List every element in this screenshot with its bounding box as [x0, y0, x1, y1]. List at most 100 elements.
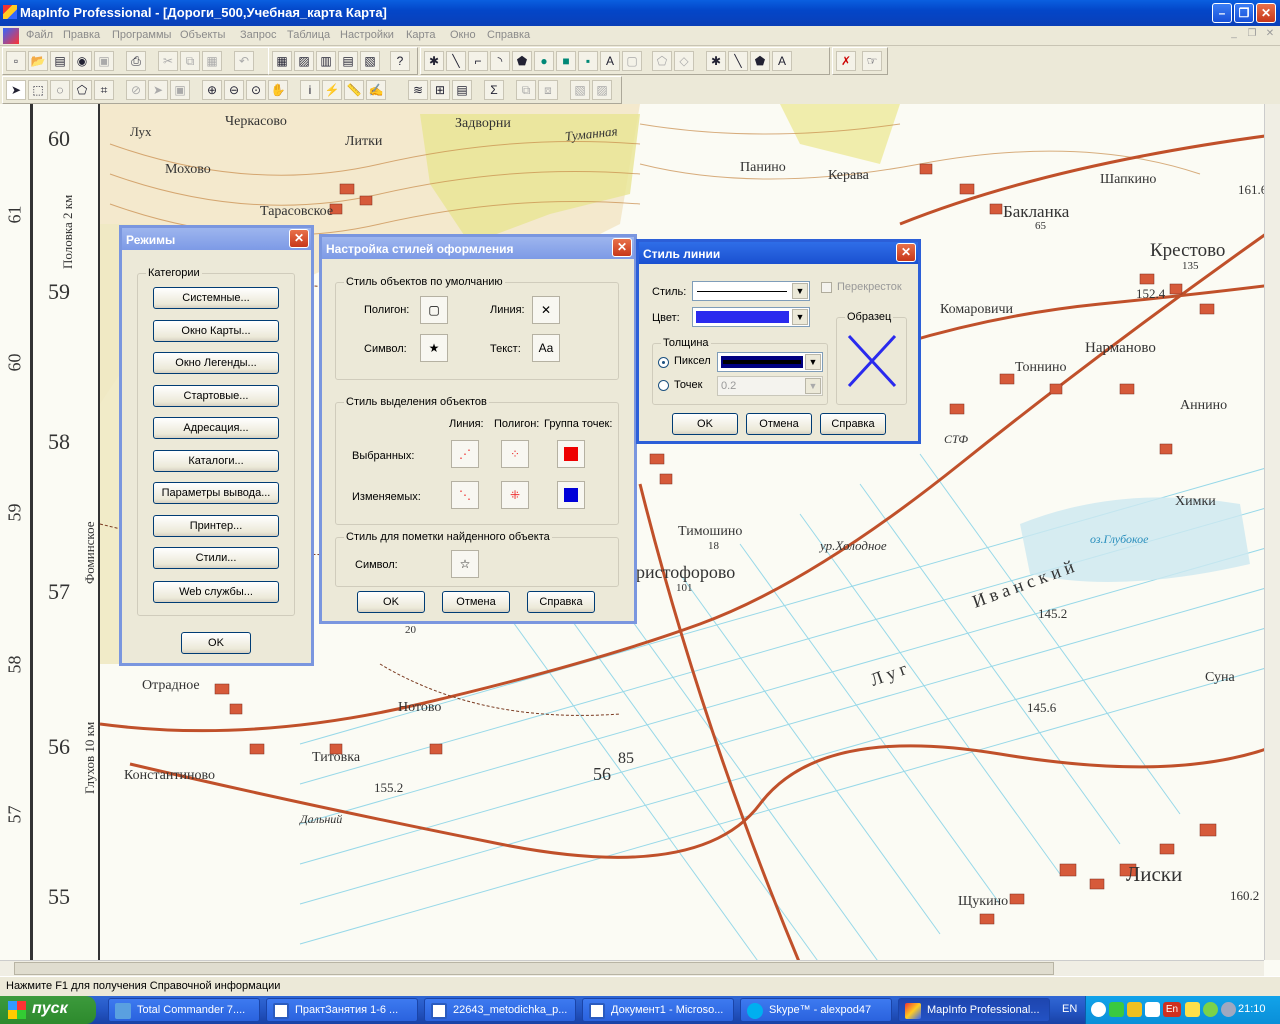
minimize-button[interactable]: –: [1212, 3, 1232, 23]
select-tool-icon[interactable]: ➤: [6, 80, 26, 100]
printer-button[interactable]: Принтер...: [153, 515, 279, 537]
startup-button[interactable]: Стартовые...: [153, 385, 279, 407]
paste-icon[interactable]: ▦: [202, 51, 222, 71]
start-button[interactable]: пуск: [0, 996, 96, 1024]
tray-icon[interactable]: [1203, 1002, 1218, 1017]
title-bar[interactable]: MapInfo Professional - [Дороги_500,Учебн…: [0, 0, 1280, 26]
text-style-swatch[interactable]: Aa: [532, 334, 560, 362]
selected-polygon-swatch[interactable]: ⁘: [501, 440, 529, 468]
reshape-icon[interactable]: ⬠: [652, 51, 672, 71]
drag-map-icon[interactable]: ⊞: [430, 80, 450, 100]
new-icon[interactable]: ▫: [6, 51, 26, 71]
crossing-checkbox[interactable]: [821, 282, 832, 293]
help-button[interactable]: Справка: [820, 413, 886, 435]
clone-view-icon[interactable]: ▨: [592, 80, 612, 100]
polygon-tool-icon[interactable]: ⬟: [512, 51, 532, 71]
grabber-icon[interactable]: ✋: [268, 80, 288, 100]
cancel-button[interactable]: Отмена: [442, 591, 510, 613]
child-minimize-icon[interactable]: _: [1226, 28, 1242, 43]
line-color-select[interactable]: ▼: [692, 307, 810, 327]
invert-select-icon[interactable]: ➤: [148, 80, 168, 100]
menu-settings[interactable]: Настройки: [340, 29, 394, 41]
text-tool-icon[interactable]: A: [600, 51, 620, 71]
child-close-icon[interactable]: ✕: [1262, 28, 1278, 43]
radius-select-icon[interactable]: ◌: [50, 80, 70, 100]
menu-objects[interactable]: Объекты: [180, 29, 225, 41]
open-dbms-icon[interactable]: ◉: [72, 51, 92, 71]
address-matching-button[interactable]: Адресация...: [153, 417, 279, 439]
cut-icon[interactable]: ✂: [158, 51, 178, 71]
frame-tool-icon[interactable]: ▢: [622, 51, 642, 71]
menu-programs[interactable]: Программы: [112, 29, 171, 41]
rounded-rect-tool-icon[interactable]: ▪: [578, 51, 598, 71]
print-icon[interactable]: ⎙: [126, 51, 146, 71]
menu-edit[interactable]: Правка: [63, 29, 100, 41]
task-word-metodichka[interactable]: 22643_metodichka_p...: [424, 998, 576, 1022]
boundary-select-icon[interactable]: ⌗: [94, 80, 114, 100]
ruler-icon[interactable]: 📏: [344, 80, 364, 100]
polygon-select-icon[interactable]: ⬠: [72, 80, 92, 100]
document-icon[interactable]: [3, 28, 19, 44]
close-icon[interactable]: ✕: [612, 238, 632, 257]
tray-icon[interactable]: [1127, 1002, 1142, 1017]
close-icon[interactable]: ✕: [289, 229, 309, 248]
help-button[interactable]: Справка: [527, 591, 595, 613]
menu-map[interactable]: Карта: [406, 29, 435, 41]
menu-window[interactable]: Окно: [450, 29, 476, 41]
changed-line-swatch[interactable]: ⋱: [451, 481, 479, 509]
tray-icon[interactable]: [1109, 1002, 1124, 1017]
undo-icon[interactable]: ↶: [234, 51, 254, 71]
open-workspace-icon[interactable]: ▤: [50, 51, 70, 71]
found-symbol-swatch[interactable]: ☆: [451, 550, 479, 578]
pixel-width-select[interactable]: ▼: [717, 352, 823, 372]
system-button[interactable]: Системные...: [153, 287, 279, 309]
new-grapher-icon[interactable]: ▥: [316, 51, 336, 71]
menu-query[interactable]: Запрос: [240, 29, 276, 41]
graph-select-icon[interactable]: ▣: [170, 80, 190, 100]
modes-dialog-title-bar[interactable]: Режимы ✕: [122, 228, 311, 250]
open-icon[interactable]: 📂: [28, 51, 48, 71]
tray-arrow-icon[interactable]: [1091, 1002, 1106, 1017]
menu-file[interactable]: Файл: [26, 29, 53, 41]
styles-button[interactable]: Стили...: [153, 547, 279, 569]
zoom-out-icon[interactable]: ⊖: [224, 80, 244, 100]
chevron-down-icon[interactable]: ▼: [805, 354, 821, 370]
copy-icon[interactable]: ⧉: [180, 51, 200, 71]
polygon-style-swatch[interactable]: ▢: [420, 296, 448, 324]
ok-button[interactable]: OK: [672, 413, 738, 435]
menu-help[interactable]: Справка: [487, 29, 530, 41]
symbol-style-icon[interactable]: ✱: [706, 51, 726, 71]
run-tool-icon[interactable]: ✗: [836, 51, 856, 71]
vertical-scrollbar[interactable]: [1264, 104, 1280, 960]
label-tool-icon[interactable]: ✍: [366, 80, 386, 100]
legend-window-button[interactable]: Окно Легенды...: [153, 352, 279, 374]
changed-points-swatch[interactable]: [557, 481, 585, 509]
directories-button[interactable]: Каталоги...: [153, 450, 279, 472]
chevron-down-icon[interactable]: ▼: [805, 378, 821, 394]
new-mapper-icon[interactable]: ▨: [294, 51, 314, 71]
close-button[interactable]: ✕: [1256, 3, 1276, 23]
points-value-select[interactable]: 0.2 ▼: [717, 376, 823, 396]
ok-button[interactable]: OK: [181, 632, 251, 654]
task-skype[interactable]: Skype™ - alexpod47: [740, 998, 892, 1022]
line-tool-icon[interactable]: ╲: [446, 51, 466, 71]
symbol-style-swatch[interactable]: ★: [420, 334, 448, 362]
changed-polygon-swatch[interactable]: ⁜: [501, 481, 529, 509]
save-icon[interactable]: ▣: [94, 51, 114, 71]
symbol-tool-icon[interactable]: ✱: [424, 51, 444, 71]
tray-icon[interactable]: [1185, 1002, 1200, 1017]
set-target-icon[interactable]: ⧈: [538, 80, 558, 100]
line-dialog-title-bar[interactable]: Стиль линии ✕: [639, 242, 918, 264]
redistrict-icon[interactable]: ▧: [360, 51, 380, 71]
maximize-button[interactable]: ❐: [1234, 3, 1254, 23]
polyline-tool-icon[interactable]: ⌐: [468, 51, 488, 71]
new-browser-icon[interactable]: ▦: [272, 51, 292, 71]
hand-pointer-icon[interactable]: ☞: [862, 51, 882, 71]
selected-line-swatch[interactable]: ⋰: [451, 440, 479, 468]
horizontal-scrollbar[interactable]: [0, 960, 1264, 976]
line-pattern-select[interactable]: ▼: [692, 281, 810, 301]
clip-region-icon[interactable]: ⧉: [516, 80, 536, 100]
zoom-in-icon[interactable]: ⊕: [202, 80, 222, 100]
pixels-radio[interactable]: [658, 357, 669, 368]
show-theme-icon[interactable]: ▧: [570, 80, 590, 100]
